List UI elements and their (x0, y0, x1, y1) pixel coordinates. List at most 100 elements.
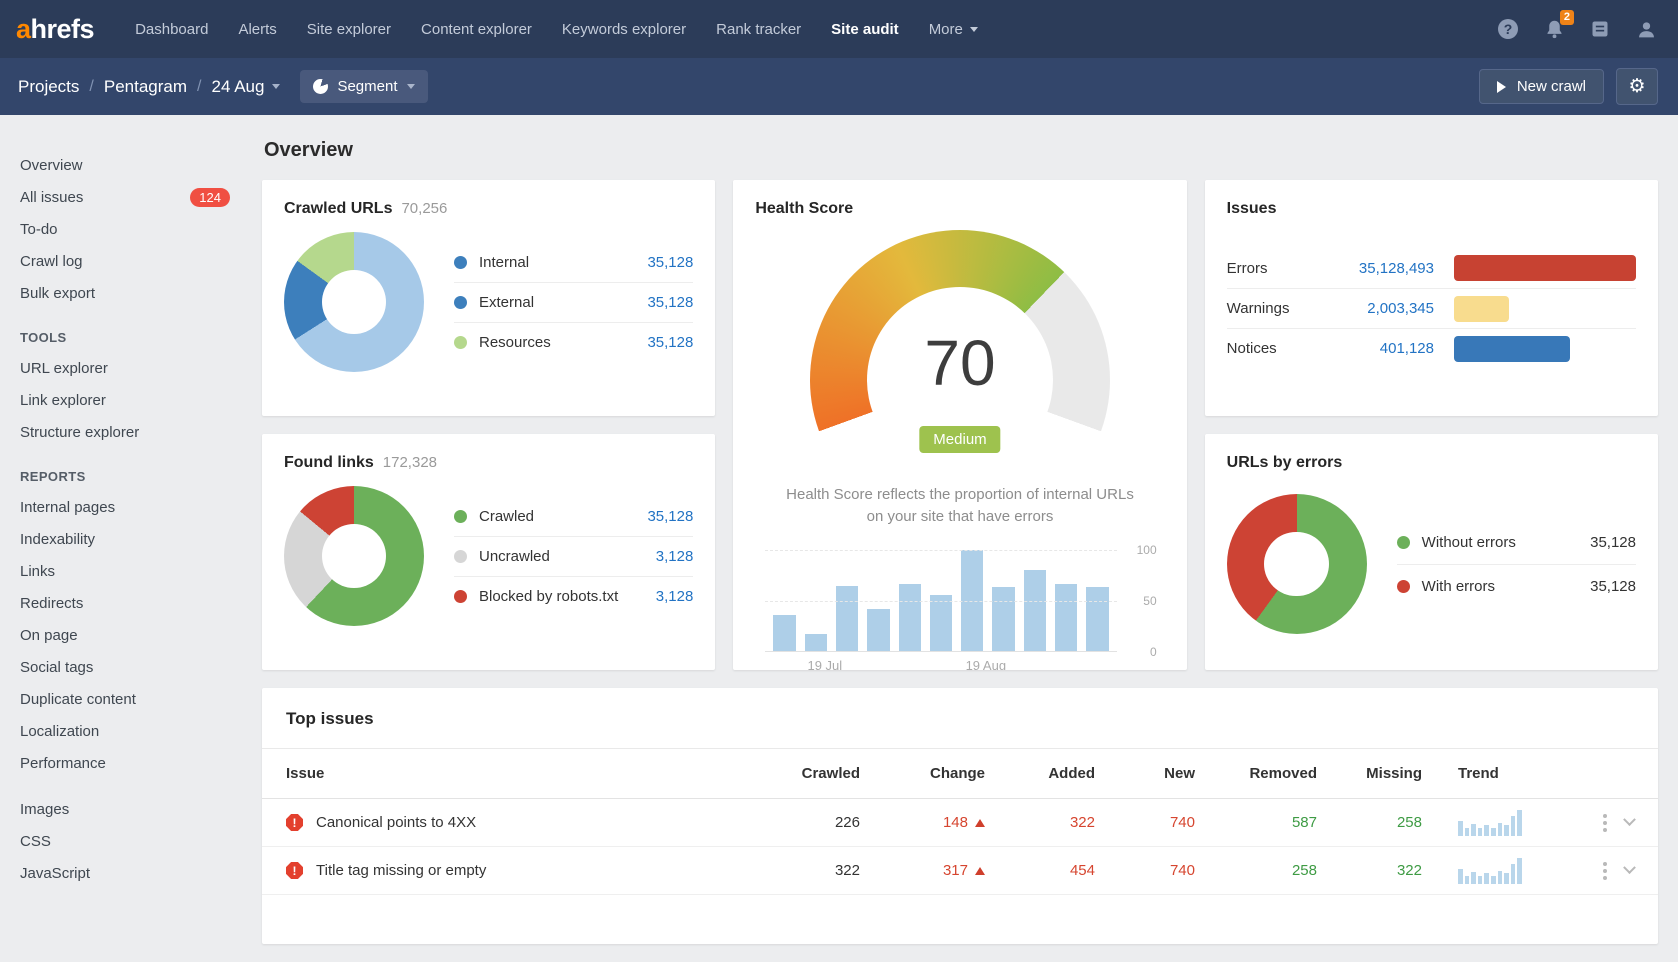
change-value: 148 (860, 814, 985, 831)
missing-value[interactable]: 322 (1317, 862, 1422, 879)
crawled-value: 322 (765, 862, 860, 879)
row-menu-button[interactable] (1603, 814, 1607, 832)
new-value[interactable]: 740 (1095, 814, 1195, 831)
help-button[interactable]: ? (1496, 17, 1520, 41)
breadcrumb-separator: / (197, 78, 201, 96)
y-axis-tick: 50 (1127, 594, 1157, 608)
breadcrumb-project-name[interactable]: Pentagram (104, 77, 187, 97)
nav-item-content-explorer[interactable]: Content explorer (406, 21, 547, 38)
sidebar-section-tools: TOOLS (20, 330, 230, 345)
col-header-change: Change (860, 765, 985, 782)
health-trend-bars[interactable] (765, 550, 1116, 652)
sidebar-item-images[interactable]: Images (20, 793, 230, 825)
sidebar-item-overview[interactable]: Overview (20, 149, 230, 181)
sidebar-item-javascript[interactable]: JavaScript (20, 857, 230, 889)
notifications-button[interactable]: 2 (1542, 17, 1566, 41)
warnings-count[interactable]: 2,003,345 (1315, 300, 1454, 317)
ahrefs-logo[interactable]: ahrefs (16, 14, 94, 45)
error-icon: ! (286, 862, 303, 879)
table-row: ! Canonical points to 4XX 226 148 322 74… (262, 799, 1658, 847)
sidebar-item-social-tags[interactable]: Social tags (20, 651, 230, 683)
legend-dot (1397, 580, 1410, 593)
card-title: Issues (1227, 200, 1277, 218)
sidebar-item-localization[interactable]: Localization (20, 715, 230, 747)
sidebar-item-structure-explorer[interactable]: Structure explorer (20, 416, 230, 448)
sidebar-item-bulk-export[interactable]: Bulk export (20, 277, 230, 309)
legend-row-uncrawled: Uncrawled 3,128 (454, 536, 693, 576)
feedback-button[interactable] (1588, 17, 1612, 41)
legend-row-blocked: Blocked by robots.txt 3,128 (454, 576, 693, 616)
warnings-bar (1454, 296, 1509, 322)
sidebar-item-crawl-log[interactable]: Crawl log (20, 245, 230, 277)
added-value[interactable]: 322 (985, 814, 1095, 831)
sidebar-item-redirects[interactable]: Redirects (20, 587, 230, 619)
expand-row-chevron-icon[interactable] (1623, 861, 1636, 874)
nav-item-alerts[interactable]: Alerts (223, 21, 291, 38)
legend-value[interactable]: 35,128 (639, 508, 693, 525)
sidebar-item-performance[interactable]: Performance (20, 747, 230, 779)
settings-button[interactable]: ⚙ (1616, 68, 1658, 105)
chevron-down-icon[interactable] (272, 84, 280, 89)
row-menu-button[interactable] (1603, 862, 1607, 880)
nav-item-site-explorer[interactable]: Site explorer (292, 21, 406, 38)
health-score-value: 70 (810, 326, 1110, 400)
issue-name-link[interactable]: Canonical points to 4XX (316, 814, 476, 831)
sidebar-item-links[interactable]: Links (20, 555, 230, 587)
health-score-description: Health Score reflects the proportion of … (780, 484, 1140, 528)
nav-item-more[interactable]: More (914, 21, 993, 38)
legend-row-crawled: Crawled 35,128 (454, 496, 693, 536)
legend-dot (454, 550, 467, 563)
y-axis-tick: 0 (1127, 645, 1157, 659)
removed-value[interactable]: 587 (1195, 814, 1317, 831)
sidebar-item-internal-pages[interactable]: Internal pages (20, 491, 230, 523)
legend-row-with-errors: With errors 35,128 (1397, 564, 1636, 608)
added-value[interactable]: 454 (985, 862, 1095, 879)
nav-item-site-audit[interactable]: Site audit (816, 21, 914, 38)
nav-item-rank-tracker[interactable]: Rank tracker (701, 21, 816, 38)
nav-item-keywords-explorer[interactable]: Keywords explorer (547, 21, 701, 38)
issue-name-link[interactable]: Title tag missing or empty (316, 862, 486, 879)
gridline (765, 550, 1116, 551)
segment-dropdown[interactable]: Segment (300, 70, 427, 103)
sidebar-item-to-do[interactable]: To-do (20, 213, 230, 245)
legend-value[interactable]: 35,128 (639, 334, 693, 351)
nav-item-dashboard[interactable]: Dashboard (120, 21, 223, 38)
project-toolbar: Projects / Pentagram / 24 Aug Segment Ne… (0, 58, 1678, 115)
new-value[interactable]: 740 (1095, 862, 1195, 879)
legend-value[interactable]: 35,128 (639, 254, 693, 271)
sidebar-item-duplicate-content[interactable]: Duplicate content (20, 683, 230, 715)
sidebar-item-indexability[interactable]: Indexability (20, 523, 230, 555)
legend-dot (454, 336, 467, 349)
expand-row-chevron-icon[interactable] (1623, 813, 1636, 826)
new-crawl-button[interactable]: New crawl (1479, 69, 1604, 104)
missing-value[interactable]: 258 (1317, 814, 1422, 831)
col-header-missing: Missing (1317, 765, 1422, 782)
notices-count[interactable]: 401,128 (1315, 340, 1454, 357)
health-score-card: Health Score 70 Medium Health Score refl… (733, 180, 1186, 670)
segment-pie-icon (313, 79, 328, 94)
sidebar-section-reports: REPORTS (20, 469, 230, 484)
table-row: ! Title tag missing or empty 322 317 454… (262, 847, 1658, 895)
sidebar-item-all-issues[interactable]: All issues124 (20, 181, 230, 213)
breadcrumb-projects[interactable]: Projects (18, 77, 79, 97)
chevron-down-icon (407, 84, 415, 89)
removed-value[interactable]: 258 (1195, 862, 1317, 879)
legend-row-external: External 35,128 (454, 282, 693, 322)
sidebar-item-on-page[interactable]: On page (20, 619, 230, 651)
col-header-issue: Issue (286, 765, 765, 782)
play-icon (1497, 81, 1506, 93)
found-links-donut-chart (284, 486, 424, 626)
errors-count[interactable]: 35,128,493 (1315, 260, 1454, 277)
sidebar-item-css[interactable]: CSS (20, 825, 230, 857)
issues-card: Issues Errors 35,128,493 Warnings 2,003,… (1205, 180, 1658, 416)
legend-value[interactable]: 3,128 (648, 548, 694, 565)
crawl-date-dropdown[interactable]: 24 Aug (212, 77, 265, 97)
urls-by-errors-card: URLs by errors Without errors 35,128 Wit… (1205, 434, 1658, 670)
user-icon (1636, 19, 1657, 40)
legend-value[interactable]: 3,128 (648, 588, 694, 605)
account-button[interactable] (1634, 17, 1658, 41)
found-links-card: Found links 172,328 Crawled 35,128 Uncr (262, 434, 715, 670)
sidebar-item-url-explorer[interactable]: URL explorer (20, 352, 230, 384)
sidebar-item-link-explorer[interactable]: Link explorer (20, 384, 230, 416)
legend-value[interactable]: 35,128 (639, 294, 693, 311)
